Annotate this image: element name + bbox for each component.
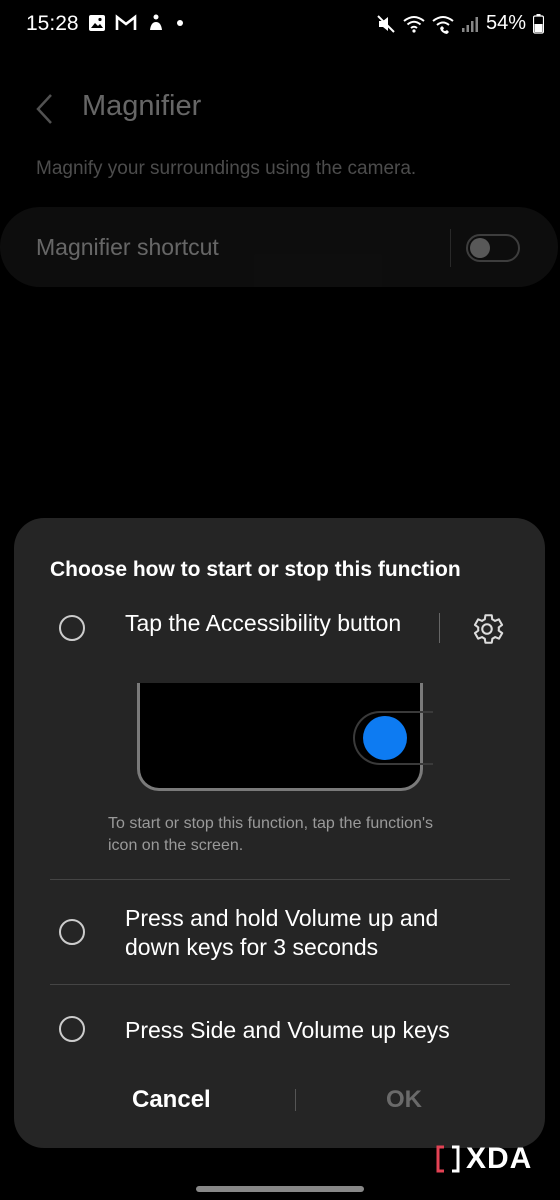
signal-icon [461, 16, 478, 32]
divider [450, 229, 451, 267]
notification-icons [88, 13, 185, 33]
toggle-knob [470, 238, 490, 258]
divider [50, 984, 510, 985]
option-side-volume-keys-label: Press Side and Volume up keys [125, 1017, 450, 1043]
option-volume-keys-hold-radio[interactable] [59, 919, 85, 945]
status-time: 15:28 [26, 12, 79, 35]
dot-icon [177, 20, 183, 26]
magnifier-shortcut-label: Magnifier shortcut [36, 234, 219, 260]
wifi-call-icon [432, 15, 454, 34]
ok-button[interactable]: OK [386, 1086, 422, 1114]
option-side-volume-keys-radio[interactable] [59, 1016, 85, 1042]
dialog-actions: Cancel OK [14, 1083, 545, 1123]
divider [439, 613, 440, 643]
accessibility-floating-button [363, 716, 407, 760]
gear-icon[interactable] [468, 610, 506, 648]
option-accessibility-button-radio[interactable] [59, 615, 85, 641]
system-icons: 54% [376, 12, 544, 35]
mute-icon [377, 14, 395, 33]
option-hint: To start or stop this function, tap the … [108, 813, 518, 857]
wifi-icon [403, 15, 425, 33]
image-icon [89, 15, 105, 31]
status-bar: 15:28 54% [0, 0, 560, 50]
xda-watermark-text: XDA [466, 1142, 533, 1175]
accessibility-button-preview [137, 683, 433, 791]
shortcut-options-dialog: Choose how to start or stop this functio… [14, 518, 545, 1148]
dialog-title: Choose how to start or stop this functio… [50, 558, 461, 581]
xda-watermark: XDA [436, 1142, 532, 1176]
option-hint-line2: icon on the screen. [108, 837, 244, 854]
option-volume-keys-hold-label-line1: Press and hold Volume up and [125, 905, 439, 931]
home-indicator[interactable] [196, 1186, 364, 1192]
option-accessibility-button-label: Tap the Accessibility button [125, 610, 402, 636]
divider [50, 879, 510, 880]
option-volume-keys-hold-label-line2: down keys for 3 seconds [125, 934, 379, 960]
option-volume-keys-hold-label: Press and hold Volume up and down keys f… [125, 904, 438, 962]
option-hint-line1: To start or stop this function, tap the … [108, 815, 434, 832]
gmail-icon [115, 14, 137, 30]
page-description: Magnify your surroundings using the came… [36, 158, 417, 179]
back-icon[interactable] [34, 92, 54, 126]
page-title: Magnifier [82, 90, 202, 122]
battery-icon [533, 13, 544, 34]
battery-percent: 54% [485, 12, 526, 34]
xda-logo-icon [436, 1145, 460, 1173]
gesture-icon [150, 14, 162, 30]
divider [295, 1089, 296, 1111]
magnifier-shortcut-toggle[interactable] [466, 234, 520, 262]
magnifier-shortcut-row[interactable]: Magnifier shortcut [0, 207, 558, 287]
cancel-button[interactable]: Cancel [132, 1086, 211, 1114]
